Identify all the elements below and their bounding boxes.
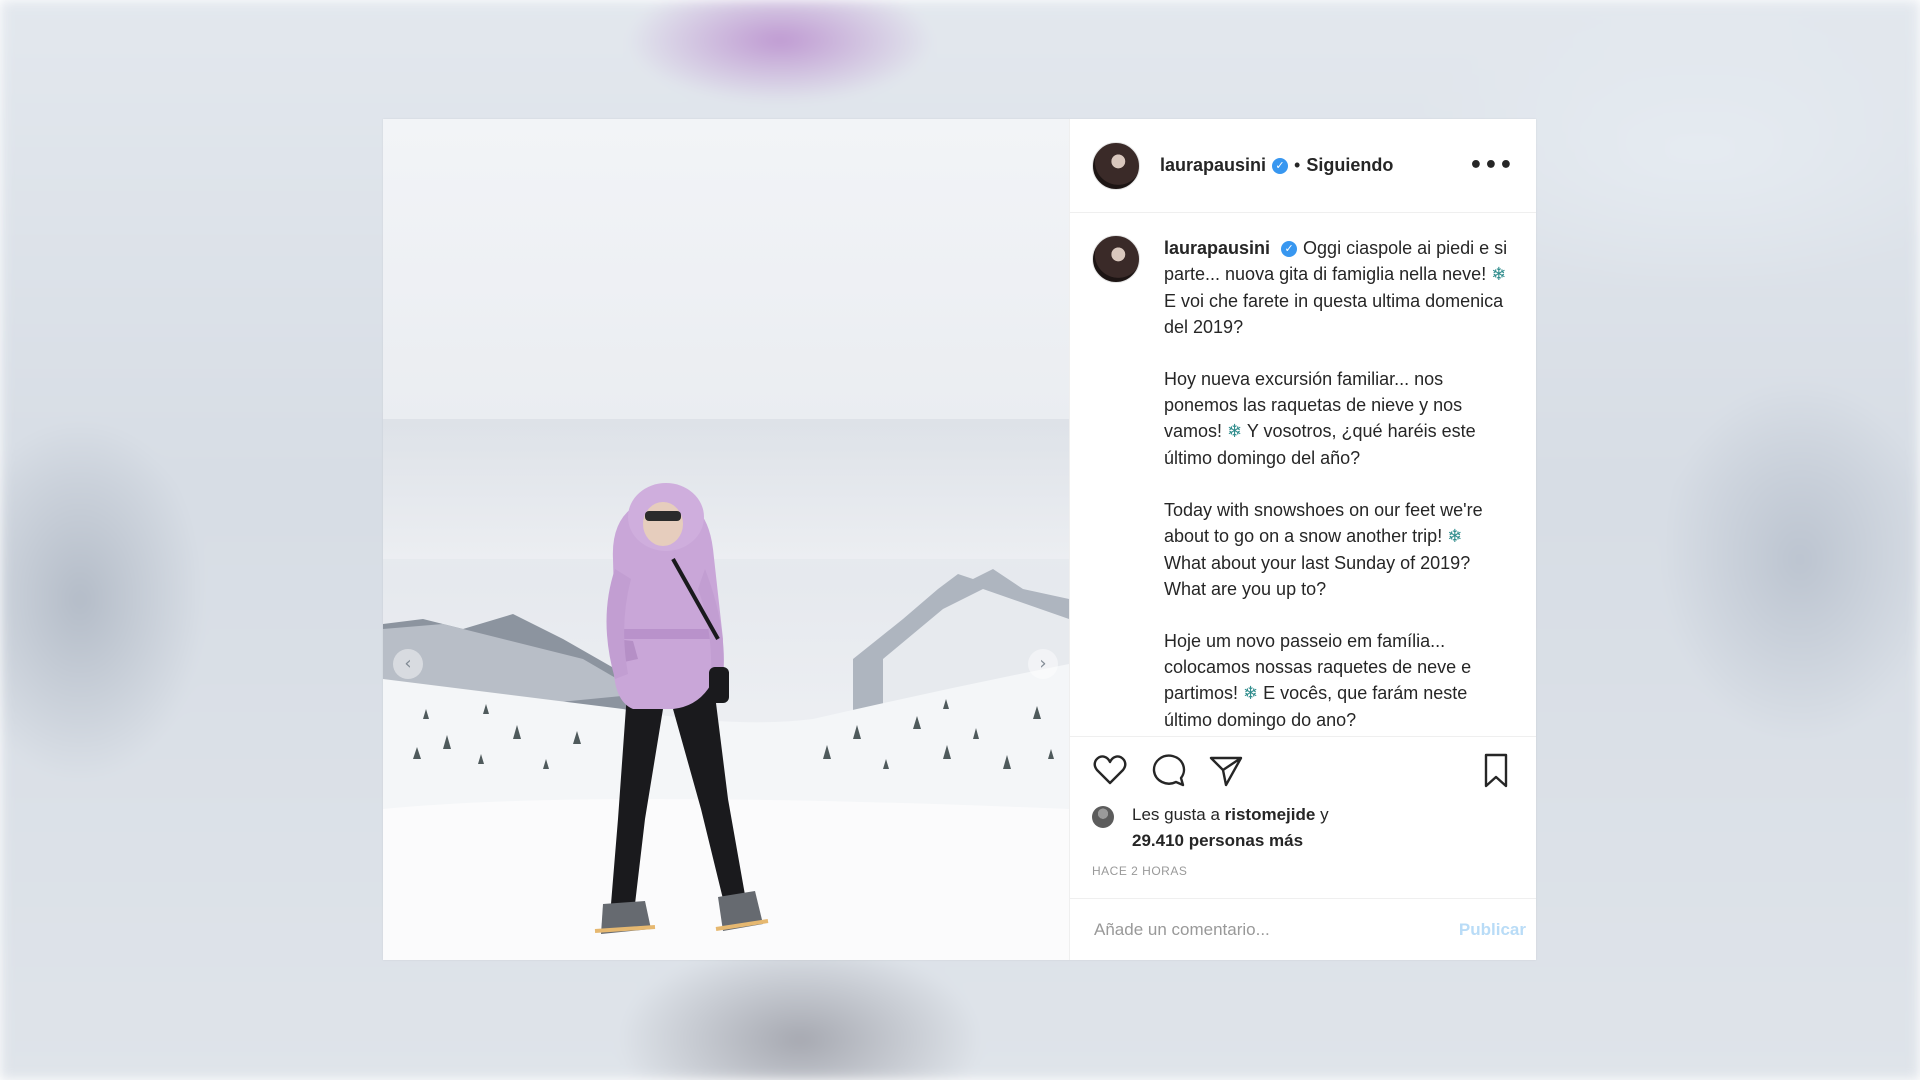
instagram-post: ‹ › laurapausini ✓ • Siguiendo ••• laura… (383, 119, 1536, 960)
liker-avatar[interactable] (1092, 806, 1114, 828)
caption-paragraph-es: Hoy nueva excursión familiar... nos pone… (1164, 366, 1508, 471)
chevron-left-icon: ‹ (404, 653, 412, 674)
bookmark-icon[interactable] (1476, 750, 1516, 790)
liker-username[interactable]: ristomejide (1225, 805, 1316, 824)
post-side-panel: laurapausini ✓ • Siguiendo ••• laurapaus… (1069, 119, 1536, 960)
chevron-right-icon: › (1039, 653, 1047, 674)
snowflake-icon: ❄ (1447, 526, 1463, 547)
likes-summary: Les gusta a ristomejide y 29.410 persona… (1070, 802, 1536, 854)
author-username[interactable]: laurapausini (1160, 155, 1266, 176)
post-timestamp[interactable]: HACE 2 HORAS (1070, 854, 1536, 890)
publish-button[interactable]: Publicar (1459, 920, 1526, 940)
caption-text: What about your last Sunday of 2019? Wha… (1164, 553, 1471, 599)
comment-input[interactable] (1092, 918, 1459, 941)
likes-text: Les gusta a ristomejide y 29.410 persona… (1132, 802, 1329, 854)
comments-section[interactable]: laurapausini ✓ Oggi ciaspole ai piedi e s… (1070, 213, 1536, 736)
action-bar (1070, 736, 1536, 802)
likes-count[interactable]: 29.410 personas más (1132, 831, 1303, 850)
caption-text: Today with snowshoes on our feet we're a… (1164, 500, 1483, 546)
caption-username[interactable]: laurapausini (1164, 238, 1270, 258)
post-caption: laurapausini ✓ Oggi ciaspole ai piedi e s… (1164, 235, 1508, 736)
likes-prefix: Les gusta a (1132, 805, 1220, 824)
share-icon[interactable] (1206, 750, 1246, 790)
snowflake-icon: ❄ (1227, 421, 1243, 442)
more-options-icon[interactable]: ••• (1469, 153, 1514, 178)
caption-paragraph-it: laurapausini ✓ Oggi ciaspole ai piedi e s… (1164, 235, 1508, 340)
carousel-next-button[interactable]: › (1028, 649, 1058, 679)
snowflake-icon: ❄ (1243, 683, 1259, 704)
post-photo[interactable]: ‹ › (383, 119, 1069, 960)
snow-scene-image (383, 119, 1069, 960)
author-avatar[interactable] (1092, 141, 1140, 190)
verified-badge-icon: ✓ (1281, 241, 1298, 258)
post-header: laurapausini ✓ • Siguiendo ••• (1070, 119, 1536, 213)
add-comment-bar: Publicar (1070, 898, 1536, 960)
snowflake-icon: ❄ (1491, 264, 1507, 285)
caption-paragraph-pt: Hoje um novo passeio em família... coloc… (1164, 628, 1508, 733)
follow-status-button[interactable]: Siguiendo (1306, 155, 1393, 176)
verified-badge-icon: ✓ (1272, 157, 1289, 174)
carousel-prev-button[interactable]: ‹ (393, 649, 423, 679)
caption-avatar[interactable] (1092, 235, 1140, 283)
caption-paragraph-en: Today with snowshoes on our feet we're a… (1164, 497, 1508, 602)
header-separator: • (1294, 155, 1301, 175)
heart-icon[interactable] (1090, 750, 1130, 790)
comment-icon[interactable] (1148, 750, 1188, 790)
caption-text: E voi che farete in questa ultima domeni… (1164, 291, 1504, 337)
likes-conjunction: y (1320, 805, 1329, 824)
